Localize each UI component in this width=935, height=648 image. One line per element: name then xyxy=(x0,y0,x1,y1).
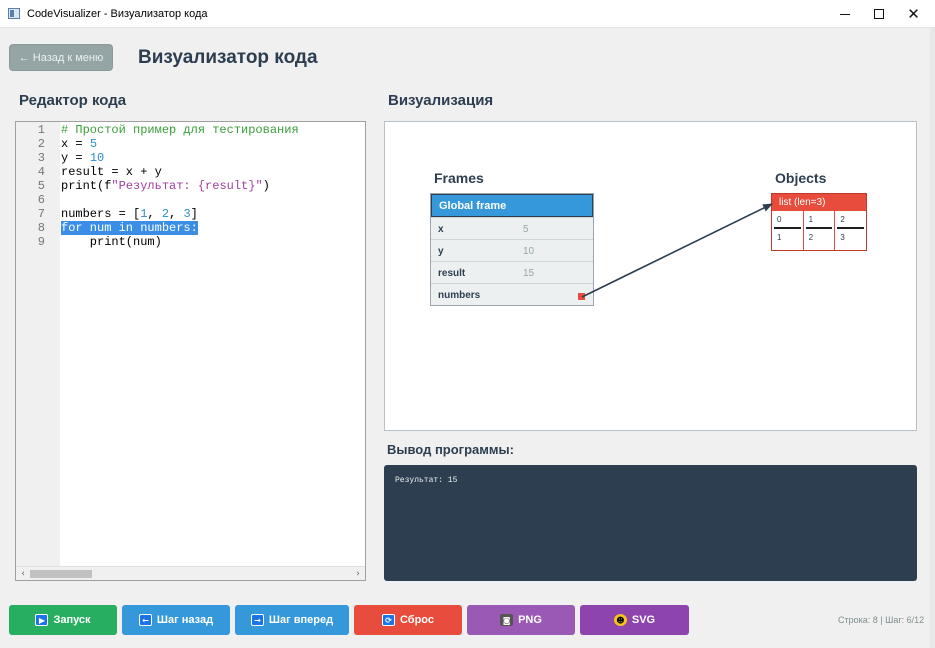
code-line[interactable]: 4 result = x + y xyxy=(16,165,365,179)
line-number: 1 xyxy=(37,123,45,137)
code-line[interactable]: 9 print(num) xyxy=(16,235,365,249)
status-text: Строка: 8 | Шаг: 6/12 xyxy=(838,615,925,625)
output-text: Результат: 15 xyxy=(395,476,458,485)
line-number: 7 xyxy=(37,207,45,221)
code-line[interactable]: 1 # Простой пример для тестирования xyxy=(16,123,365,137)
code-text: # Простой пример для тестирования xyxy=(61,123,299,137)
scroll-right-icon[interactable]: › xyxy=(351,567,365,581)
close-icon: ✕ xyxy=(907,5,920,23)
visualization-canvas: Frames Objects Global frame x 5 y 10 res… xyxy=(384,121,917,431)
horizontal-scrollbar[interactable]: ‹ › xyxy=(16,566,365,580)
window-edge xyxy=(930,28,935,648)
step-forward-label: Шаг вперед xyxy=(268,614,334,626)
code-line[interactable]: 3 y = 10 xyxy=(16,151,365,165)
code-text: x = 5 xyxy=(61,137,98,151)
line-number: 8 xyxy=(37,221,45,235)
editor-label: Редактор кода xyxy=(19,92,127,109)
code-line-current[interactable]: 8 for num in numbers: xyxy=(16,221,365,235)
window-title-bar: CodeVisualizer - Визуализатор кода ✕ xyxy=(0,0,935,28)
line-number: 9 xyxy=(37,235,45,249)
arrow-left-icon: ← xyxy=(138,614,152,626)
reset-label: Сброс xyxy=(399,614,434,626)
window-title: CodeVisualizer - Визуализатор кода xyxy=(27,8,208,20)
page-title: Визуализатор кода xyxy=(138,47,318,68)
code-text: print(f"Результат: {result}") xyxy=(61,179,270,193)
code-text-highlighted: for num in numbers: xyxy=(61,221,198,235)
code-line[interactable]: 6 xyxy=(16,193,365,207)
code-line[interactable]: 2 x = 5 xyxy=(16,137,365,151)
code-text: result = x + y xyxy=(61,165,162,179)
close-button[interactable]: ✕ xyxy=(896,0,931,28)
code-lines: 1 # Простой пример для тестирования 2 x = … xyxy=(16,123,365,249)
app-icon xyxy=(8,8,20,19)
run-button-label: Запуск xyxy=(53,614,91,626)
output-label: Вывод программы: xyxy=(387,442,514,457)
run-button[interactable]: ▶ Запуск xyxy=(9,605,117,635)
scroll-left-icon[interactable]: ‹ xyxy=(16,567,30,581)
line-number: 5 xyxy=(37,179,45,193)
scrollbar-thumb[interactable] xyxy=(30,570,92,578)
maximize-button[interactable] xyxy=(861,0,896,28)
camera-icon: ◙ xyxy=(500,614,514,626)
visualization-label: Визуализация xyxy=(388,92,494,109)
play-icon: ▶ xyxy=(35,614,49,626)
export-png-button[interactable]: ◙ PNG xyxy=(467,605,575,635)
code-text: print(num) xyxy=(61,235,162,249)
maximize-icon xyxy=(873,9,884,19)
program-output-console: Результат: 15 xyxy=(384,465,917,581)
step-back-button[interactable]: ← Шаг назад xyxy=(122,605,230,635)
code-text: numbers = [1, 2, 3] xyxy=(61,207,198,221)
line-number: 4 xyxy=(37,165,45,179)
back-to-menu-button[interactable]: ← Назад к меню xyxy=(9,44,113,71)
export-svg-button[interactable]: ☻ SVG xyxy=(580,605,689,635)
svg-label: SVG xyxy=(631,614,656,626)
code-line[interactable]: 5 print(f"Результат: {result}") xyxy=(16,179,365,193)
line-number: 3 xyxy=(37,151,45,165)
code-text: y = 10 xyxy=(61,151,105,165)
reference-arrow xyxy=(581,203,773,298)
reset-button[interactable]: ⟳ Сброс xyxy=(354,605,462,635)
line-number: 2 xyxy=(37,137,45,151)
step-back-label: Шаг назад xyxy=(156,614,214,626)
png-label: PNG xyxy=(518,614,542,626)
line-number: 6 xyxy=(37,193,45,207)
code-editor[interactable]: 1 # Простой пример для тестирования 2 x = … xyxy=(15,121,366,581)
palette-icon: ☻ xyxy=(613,614,627,626)
code-line[interactable]: 7 numbers = [1, 2, 3] xyxy=(16,207,365,221)
refresh-icon: ⟳ xyxy=(381,614,395,626)
minimize-button[interactable] xyxy=(827,0,862,28)
arrow-right-icon: → xyxy=(250,614,264,626)
minimize-icon xyxy=(839,13,850,15)
step-forward-button[interactable]: → Шаг вперед xyxy=(235,605,349,635)
